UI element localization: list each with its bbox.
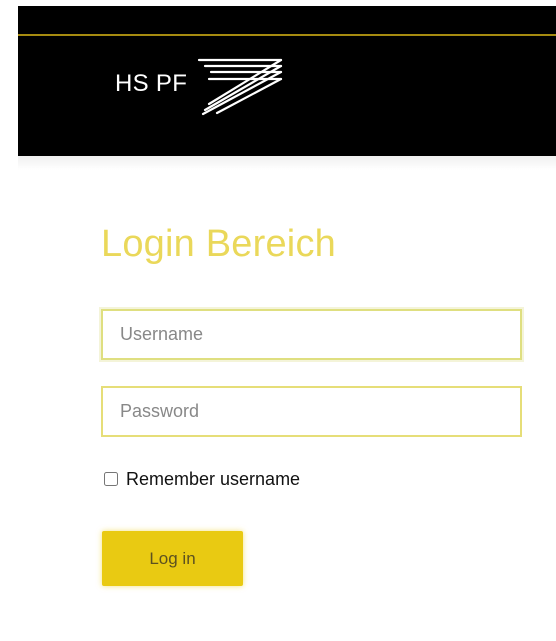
login-title: Login Bereich <box>101 223 336 265</box>
hs-pf-logo-icon <box>198 58 283 116</box>
remember-username-row[interactable]: Remember username <box>104 470 300 488</box>
remember-username-label: Remember username <box>126 469 301 489</box>
login-page: HS PF Login Bereich Remember <box>0 0 556 641</box>
brand: HS PF <box>115 58 283 116</box>
brand-text: HS PF <box>115 70 188 97</box>
login-button[interactable]: Log in <box>102 531 243 586</box>
password-input[interactable] <box>101 386 522 437</box>
site-header: HS PF <box>18 6 556 156</box>
header-accent-line <box>18 34 556 36</box>
username-input[interactable] <box>101 309 522 360</box>
remember-username-checkbox[interactable] <box>104 472 118 486</box>
login-content: Login Bereich Remember username Log in <box>0 156 556 641</box>
